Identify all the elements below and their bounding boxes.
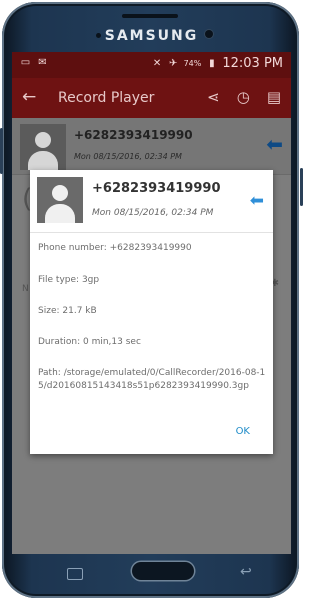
dialog-divider xyxy=(30,232,273,233)
home-button[interactable] xyxy=(132,562,194,580)
ok-button[interactable]: OK xyxy=(236,426,250,437)
hardware-nav-bar: ↩ xyxy=(12,554,291,588)
list-item-number: +6282393419990 xyxy=(74,128,193,142)
recent-apps-button[interactable] xyxy=(67,568,83,580)
dialog-avatar xyxy=(37,177,83,223)
battery-icon: ▮ xyxy=(209,58,215,69)
avatar xyxy=(20,124,66,170)
power-button[interactable] xyxy=(300,168,303,206)
incoming-call-icon: ⬅ xyxy=(249,191,264,211)
status-bar: ▭ ✉ ✕ ✈ 74% ▮ 12:03 PM xyxy=(12,52,291,78)
clock: 12:03 PM xyxy=(222,56,283,71)
duration-value: 0 min,13 sec xyxy=(83,337,141,347)
battery-percentage: 74% xyxy=(183,59,202,68)
phone-number-row: Phone number: +6282393419990 xyxy=(38,243,192,253)
chat-notification-icon: ▭ xyxy=(20,57,31,68)
phone-number-label: Phone number: xyxy=(38,243,107,253)
file-type-label: File type: xyxy=(38,275,80,285)
duration-label: Duration: xyxy=(38,337,81,347)
size-value: 21.7 kB xyxy=(62,306,97,316)
brand-logo: SAMSUNG xyxy=(104,28,199,44)
phone-frame: SAMSUNG ▭ ✉ ✕ ✈ 74% ▮ 12:03 PM ← Record … xyxy=(0,0,303,600)
list-item-date: Mon 08/15/2016, 02:34 PM xyxy=(74,152,182,161)
share-icon[interactable]: ⋖ xyxy=(207,88,220,106)
airplane-mode-icon: ✈ xyxy=(168,58,178,69)
details-dialog: +6282393419990 Mon 08/15/2016, 02:34 PM … xyxy=(30,170,273,454)
incoming-call-icon: ⬅ xyxy=(266,132,283,156)
size-label: Size: xyxy=(38,306,60,316)
dialog-number: +6282393419990 xyxy=(92,181,221,196)
path-row: Path: /storage/emulated/0/CallRecorder/2… xyxy=(38,367,266,393)
background-label: N xyxy=(22,284,29,294)
app-bar: ← Record Player ⋖ ◷ ▤ xyxy=(12,78,291,118)
size-row: Size: 21.7 kB xyxy=(38,306,97,316)
path-label: Path: xyxy=(38,368,61,378)
list-item[interactable]: +6282393419990 Mon 08/15/2016, 02:34 PM … xyxy=(12,118,291,175)
back-arrow-icon[interactable]: ← xyxy=(22,87,36,107)
path-value: /storage/emulated/0/CallRecorder/2016-08… xyxy=(38,368,266,391)
phone-number-value: +6282393419990 xyxy=(109,243,192,253)
page-title: Record Player xyxy=(58,90,155,106)
speaker-grille xyxy=(122,14,178,18)
mail-notification-icon: ✉ xyxy=(38,57,47,68)
back-button[interactable]: ↩ xyxy=(240,564,252,580)
file-type-value: 3gp xyxy=(81,275,100,285)
screen: ▭ ✉ ✕ ✈ 74% ▮ 12:03 PM ← Record Player ⋖… xyxy=(12,52,291,554)
mute-icon: ✕ xyxy=(152,58,162,69)
dialog-date: Mon 08/15/2016, 02:34 PM xyxy=(92,208,214,218)
volume-button[interactable] xyxy=(0,128,3,174)
clipboard-icon[interactable]: ▤ xyxy=(267,88,281,106)
clock-icon[interactable]: ◷ xyxy=(237,88,250,106)
file-type-row: File type: 3gp xyxy=(38,275,99,285)
duration-row: Duration: 0 min,13 sec xyxy=(38,337,141,347)
